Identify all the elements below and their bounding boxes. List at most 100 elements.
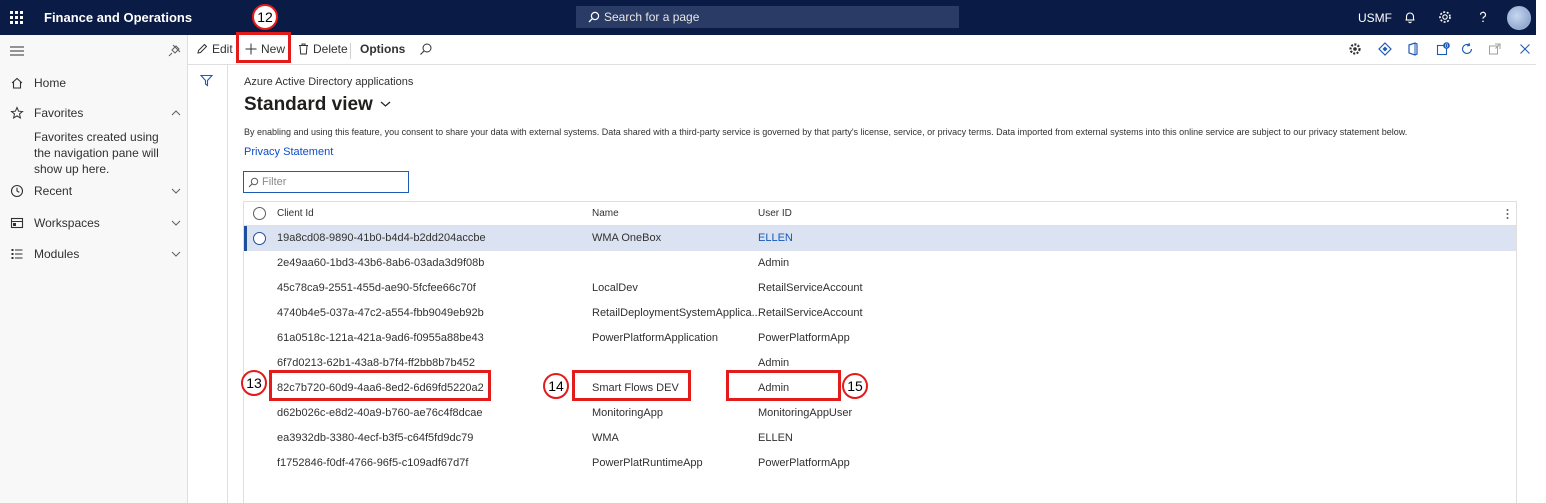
nav-modules-label: Modules: [34, 247, 80, 261]
more-options-icon[interactable]: [1506, 208, 1509, 220]
cell-client-id[interactable]: 6f7d0213-62b1-43a8-b7f4-ff2bb8b7b452: [277, 357, 475, 369]
privacy-statement-link[interactable]: Privacy Statement: [244, 146, 333, 158]
column-header-user-id[interactable]: User ID: [758, 208, 792, 219]
help-icon[interactable]: [1476, 10, 1490, 24]
power-apps-icon[interactable]: [1378, 42, 1392, 56]
close-icon[interactable]: [1518, 42, 1532, 56]
filter-icon[interactable]: [200, 74, 213, 87]
svg-text:0: 0: [1445, 43, 1448, 49]
search-icon[interactable]: [419, 42, 433, 56]
table-row[interactable]: d62b026c-e8d2-40a9-b760-ae76c4f8dcae Moni…: [244, 401, 1516, 426]
search-icon: [588, 11, 600, 23]
office-icon[interactable]: [1406, 42, 1420, 56]
company-picker[interactable]: USMF: [1358, 11, 1392, 25]
callout-number-13: 13: [241, 370, 267, 396]
callout-number-14: 14: [543, 373, 569, 399]
nav-recent[interactable]: Recent: [0, 181, 188, 201]
delete-button[interactable]: Delete: [298, 42, 348, 56]
cell-name[interactable]: WMA OneBox: [592, 232, 661, 244]
cell-client-id[interactable]: ea3932db-3380-4ecf-b3f5-c64f5fd9dc79: [277, 432, 473, 444]
cell-client-id[interactable]: f1752846-f0df-4766-96f5-c109adf67d7f: [277, 457, 468, 469]
cell-name[interactable]: WMA: [592, 432, 619, 444]
filter-pane-strip: [188, 65, 228, 503]
column-header-client-id[interactable]: Client Id: [277, 208, 314, 219]
chevron-down-icon[interactable]: [171, 249, 181, 259]
cell-name[interactable]: LocalDev: [592, 282, 638, 294]
clock-icon: [10, 184, 24, 198]
cell-user-id[interactable]: MonitoringAppUser: [758, 407, 852, 419]
main-content: Azure Active Directory applications Stan…: [228, 65, 1536, 503]
callout-box-new-button: [236, 32, 291, 63]
refresh-icon[interactable]: [1460, 42, 1474, 56]
options-tab[interactable]: Options: [360, 42, 405, 56]
column-header-name[interactable]: Name: [592, 208, 619, 219]
cell-user-id[interactable]: RetailServiceAccount: [758, 307, 863, 319]
navigation-pane: Home Favorites Favorites created using t…: [0, 35, 188, 503]
chevron-down-icon[interactable]: [171, 186, 181, 196]
table-row[interactable]: 19a8cd08-9890-41b0-b4d4-b2dd204accbe WMA …: [244, 226, 1516, 251]
nav-workspaces[interactable]: Workspaces: [0, 213, 188, 233]
cell-name[interactable]: PowerPlatformApplication: [592, 332, 718, 344]
table-row[interactable]: 4740b4e5-037a-47c2-a554-fbb9049eb92b Reta…: [244, 301, 1516, 326]
nav-home[interactable]: Home: [0, 73, 188, 93]
favorites-hint: Favorites created using the navigation p…: [34, 130, 159, 176]
cell-client-id[interactable]: d62b026c-e8d2-40a9-b760-ae76c4f8dcae: [277, 407, 483, 419]
bell-icon[interactable]: [1403, 10, 1417, 24]
cell-client-id[interactable]: 19a8cd08-9890-41b0-b4d4-b2dd204accbe: [277, 232, 486, 244]
nav-home-label: Home: [34, 76, 67, 90]
cell-user-id[interactable]: Admin: [758, 357, 789, 369]
gear-icon[interactable]: [1438, 10, 1452, 24]
cell-user-id[interactable]: Admin: [758, 257, 789, 269]
cell-user-id[interactable]: PowerPlatformApp: [758, 457, 850, 469]
app-title[interactable]: Finance and Operations: [44, 10, 192, 25]
row-select-radio[interactable]: [253, 232, 266, 245]
cell-name[interactable]: PowerPlatRuntimeApp: [592, 457, 703, 469]
cell-name[interactable]: MonitoringApp: [592, 407, 663, 419]
cell-user-id[interactable]: ELLEN: [758, 432, 793, 444]
table-row[interactable]: f1752846-f0df-4766-96f5-c109adf67d7f Powe…: [244, 451, 1516, 476]
search-placeholder: Search for a page: [604, 10, 700, 24]
cell-client-id[interactable]: 61a0518c-121a-421a-9ad6-f0955a88be43: [277, 332, 484, 344]
attachments-badge-icon[interactable]: 0: [1436, 42, 1450, 56]
page-search-box[interactable]: Search for a page: [576, 6, 959, 28]
pin-icon[interactable]: [168, 44, 181, 57]
top-bar: Finance and Operations Search for a page…: [0, 0, 1536, 35]
modules-list-icon: [11, 249, 23, 259]
cell-user-id[interactable]: ELLEN: [758, 232, 793, 244]
nav-modules[interactable]: Modules: [0, 244, 188, 264]
star-icon: [10, 106, 24, 120]
open-in-new-window-icon[interactable]: [1488, 42, 1502, 56]
cell-client-id[interactable]: 2e49aa60-1bd3-43b6-8ab6-03ada3d9f08b: [277, 257, 484, 269]
callout-box-user-id: [726, 370, 841, 401]
select-all-radio[interactable]: [253, 207, 266, 220]
pencil-icon: [197, 43, 208, 54]
cell-client-id[interactable]: 4740b4e5-037a-47c2-a554-fbb9049eb92b: [277, 307, 484, 319]
nav-favorites-label: Favorites: [34, 106, 84, 120]
table-row[interactable]: 2e49aa60-1bd3-43b6-8ab6-03ada3d9f08b Admi…: [244, 251, 1516, 276]
page-caption: Azure Active Directory applications: [244, 76, 414, 88]
grid-filter[interactable]: [243, 171, 409, 193]
table-row[interactable]: ea3932db-3380-4ecf-b3f5-c64f5fd9dc79 WMA E…: [244, 426, 1516, 451]
callout-box-name: [572, 370, 691, 401]
edit-button[interactable]: Edit: [196, 42, 233, 56]
callout-number-12: 12: [252, 4, 278, 30]
callout-box-client-id: [269, 370, 491, 401]
grid-header: Client Id Name User ID: [244, 202, 1516, 226]
chevron-up-icon[interactable]: [171, 108, 181, 118]
table-row[interactable]: 61a0518c-121a-421a-9ad6-f0955a88be43 Powe…: [244, 326, 1516, 351]
view-selector[interactable]: Standard view: [244, 94, 391, 116]
cell-user-id[interactable]: RetailServiceAccount: [758, 282, 863, 294]
cell-client-id[interactable]: 45c78ca9-2551-455d-ae90-5fcfee66c70f: [277, 282, 476, 294]
app-launcher-icon[interactable]: [10, 11, 23, 24]
cell-user-id[interactable]: PowerPlatformApp: [758, 332, 850, 344]
filter-input[interactable]: [262, 174, 402, 190]
chevron-down-icon[interactable]: [171, 218, 181, 228]
office-add-in-icon[interactable]: [1348, 42, 1362, 56]
chevron-down-icon: [380, 101, 391, 107]
nav-favorites[interactable]: Favorites: [0, 103, 188, 123]
nav-recent-label: Recent: [34, 184, 73, 198]
cell-name[interactable]: RetailDeploymentSystemApplica...: [592, 307, 761, 319]
hamburger-menu-icon[interactable]: [10, 46, 24, 56]
table-row[interactable]: 45c78ca9-2551-455d-ae90-5fcfee66c70f Loca…: [244, 276, 1516, 301]
user-avatar[interactable]: [1507, 6, 1531, 30]
